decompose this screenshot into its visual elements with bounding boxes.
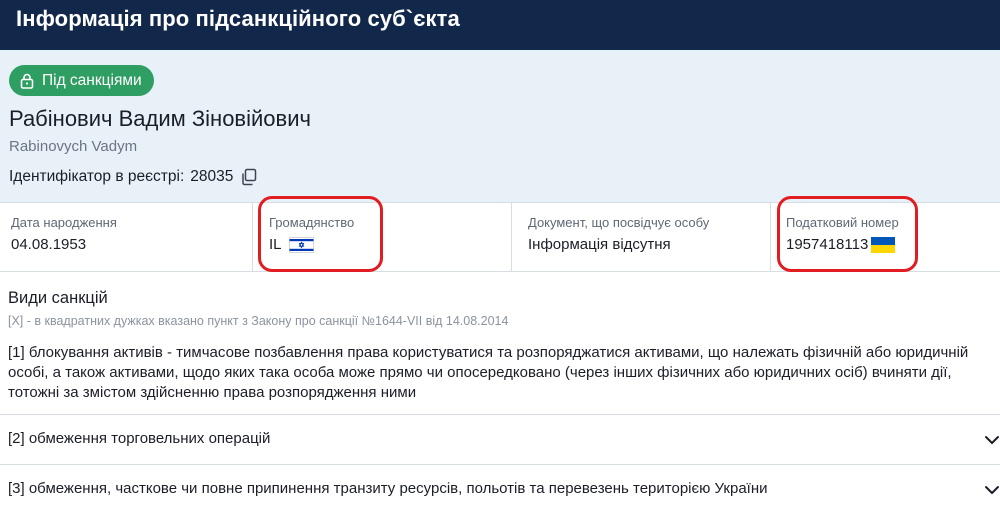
sanction-item-2-text: [2] обмеження торговельних операцій	[8, 430, 271, 447]
chevron-down-icon[interactable]	[984, 432, 1000, 453]
registry-id-value: 28035	[190, 168, 234, 185]
ukraine-flag-icon	[871, 236, 896, 253]
subject-name-latin: Rabinovych Vadym	[9, 138, 138, 155]
sanctions-note: [X] - в квадратних дужках вказано пункт …	[8, 314, 509, 328]
birth-date-cell: Дата народження 04.08.1953	[0, 203, 253, 271]
tax-number-value: 1957418113	[786, 236, 869, 253]
sanction-status-badge: Під санкціями	[9, 65, 154, 96]
status-label: Під санкціями	[42, 71, 142, 89]
citizenship-label: Громадянство	[269, 215, 355, 230]
sanction-item-1: [1] блокування активів - тимчасове позба…	[8, 344, 969, 401]
sanction-item-3[interactable]: [3] обмеження, часткове чи повне припине…	[0, 464, 1000, 508]
sanction-item-2[interactable]: [2] обмеження торговельних операцій	[0, 414, 1000, 464]
birth-date-label: Дата народження	[11, 215, 117, 230]
page-title: Інформація про підсанкційного суб`єкта	[16, 6, 460, 31]
chevron-down-icon[interactable]	[984, 482, 1000, 503]
subject-name: Рабінович Вадим Зіновійович	[9, 106, 311, 131]
registry-id-label: Ідентифікатор в реєстрі:	[9, 168, 185, 185]
registry-id-row: Ідентифікатор в реєстрі: 28035	[9, 167, 259, 187]
page-header: Інформація про підсанкційного суб`єкта	[0, 0, 1000, 50]
copy-icon[interactable]	[239, 167, 259, 187]
birth-date-value: 04.08.1953	[11, 236, 87, 253]
subject-info-grid: Дата народження 04.08.1953 Громадянство …	[0, 202, 1000, 272]
israel-flag-icon	[288, 236, 314, 253]
lock-icon	[20, 73, 34, 89]
citizenship-value: IL	[269, 236, 282, 253]
citizenship-cell: Громадянство IL	[253, 203, 512, 271]
identity-document-cell: Документ, що посвідчує особу Інформація …	[512, 203, 771, 271]
subject-summary: Під санкціями Рабінович Вадим Зіновійови…	[0, 50, 1000, 202]
sanction-item-3-text: [3] обмеження, часткове чи повне припине…	[8, 480, 768, 497]
identity-document-value: Інформація відсутня	[528, 236, 671, 253]
identity-document-label: Документ, що посвідчує особу	[528, 215, 710, 230]
tax-number-label: Податковий номер	[786, 215, 899, 230]
tax-number-cell: Податковий номер 1957418113	[771, 203, 1000, 271]
sanctions-title: Види санкцій	[8, 289, 108, 307]
